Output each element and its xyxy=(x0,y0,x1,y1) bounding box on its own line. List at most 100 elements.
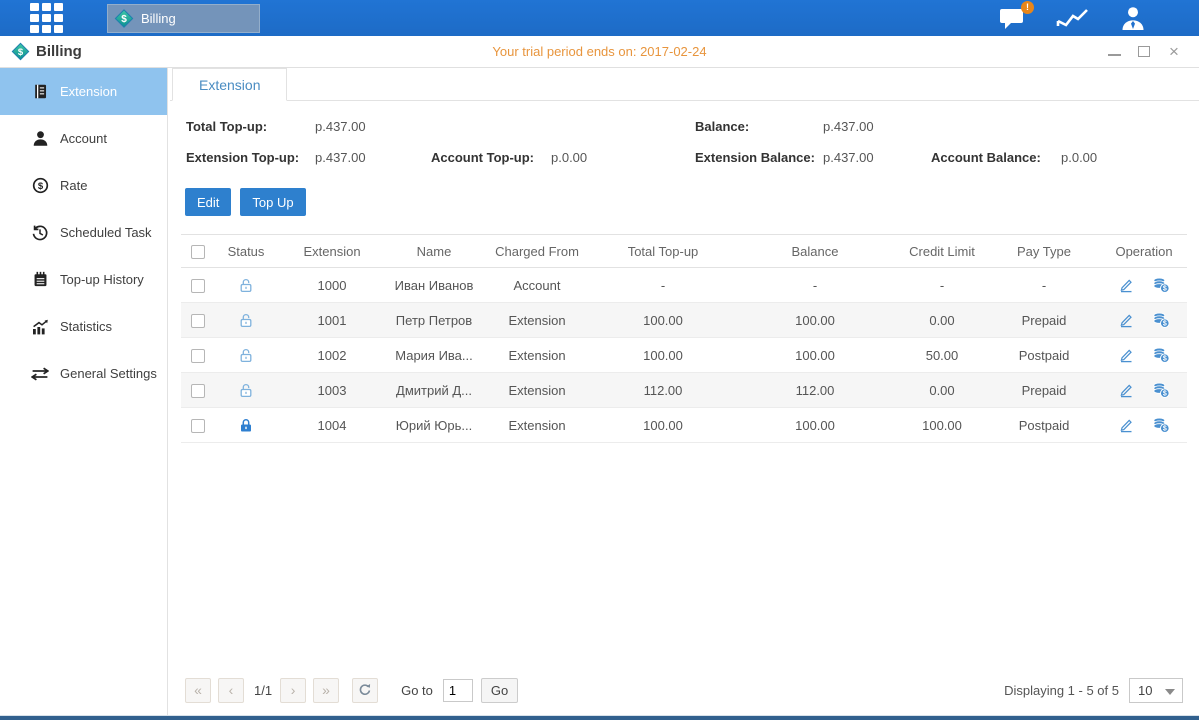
edit-button[interactable]: Edit xyxy=(185,188,231,216)
next-page-button[interactable]: › xyxy=(280,678,306,703)
maximize-icon[interactable] xyxy=(1137,45,1151,59)
cell-charged-from: Extension xyxy=(481,313,593,328)
sidebar-item-rate[interactable]: $ Rate xyxy=(0,162,167,209)
notebook-icon xyxy=(30,271,50,288)
cell-name: Иван Иванов xyxy=(387,278,481,293)
edit-pencil-icon[interactable] xyxy=(1118,312,1134,328)
col-operation: Operation xyxy=(1101,244,1187,259)
person-icon xyxy=(30,130,50,147)
cell-balance: - xyxy=(733,278,897,293)
svg-text:$: $ xyxy=(1163,286,1167,293)
top-up-button[interactable]: Top Up xyxy=(240,188,305,216)
stats-chart-icon xyxy=(30,319,50,335)
goto-page-input[interactable] xyxy=(443,679,473,702)
cell-charged-from: Extension xyxy=(481,348,593,363)
close-icon[interactable]: × xyxy=(1167,45,1181,59)
minimize-icon[interactable] xyxy=(1107,45,1121,59)
row-checkbox[interactable] xyxy=(191,384,205,398)
svg-text:$: $ xyxy=(1163,356,1167,363)
sliders-icon xyxy=(30,367,50,381)
extensions-table: Status Extension Name Charged From Total… xyxy=(181,234,1187,443)
go-button[interactable]: Go xyxy=(481,678,518,703)
first-page-button[interactable]: « xyxy=(185,678,211,703)
col-charged-from: Charged From xyxy=(481,244,593,259)
account-balance-label: Account Balance: xyxy=(931,149,1061,167)
col-credit-limit: Credit Limit xyxy=(897,244,987,259)
cell-extension: 1003 xyxy=(277,383,387,398)
cell-credit-limit: 0.00 xyxy=(897,383,987,398)
cell-total-topup: 100.00 xyxy=(593,418,733,433)
account-topup-value: p.0.00 xyxy=(551,149,695,167)
unlocked-icon xyxy=(215,347,277,364)
resource-monitor-icon[interactable] xyxy=(1056,6,1089,30)
extension-balance-label: Extension Balance: xyxy=(695,149,823,167)
messages-icon[interactable]: ! xyxy=(999,7,1026,30)
sidebar-item-statistics[interactable]: Statistics xyxy=(0,303,167,350)
page-size-select[interactable]: 10 xyxy=(1129,678,1183,703)
tab-extension[interactable]: Extension xyxy=(172,68,287,101)
cell-name: Дмитрий Д... xyxy=(387,383,481,398)
account-topup-label: Account Top-up: xyxy=(431,149,551,167)
cell-pay-type: Prepaid xyxy=(987,313,1101,328)
row-checkbox[interactable] xyxy=(191,314,205,328)
window-title-bar: $ Billing Your trial period ends on: 201… xyxy=(0,36,1199,68)
edit-pencil-icon[interactable] xyxy=(1118,417,1134,433)
table-row: 1001 Петр Петров Extension 100.00 100.00… xyxy=(181,303,1187,338)
user-icon[interactable] xyxy=(1119,5,1147,31)
top-app-bar: $ Billing ! xyxy=(0,0,1199,36)
cell-pay-type: Postpaid xyxy=(987,348,1101,363)
table-row: 1000 Иван Иванов Account - - - - $ xyxy=(181,268,1187,303)
last-page-button[interactable]: » xyxy=(313,678,339,703)
cell-total-topup: 100.00 xyxy=(593,348,733,363)
dollar-circle-icon: $ xyxy=(30,177,50,194)
table-header-row: Status Extension Name Charged From Total… xyxy=(181,234,1187,268)
locked-icon xyxy=(215,417,277,434)
edit-pencil-icon[interactable] xyxy=(1118,382,1134,398)
cell-name: Мария Ива... xyxy=(387,348,481,363)
topup-coins-icon[interactable]: $ xyxy=(1152,312,1170,328)
svg-text:$: $ xyxy=(121,14,127,25)
sidebar-item-label: General Settings xyxy=(60,366,157,381)
unlocked-icon xyxy=(215,312,277,329)
cell-extension: 1004 xyxy=(277,418,387,433)
col-name: Name xyxy=(387,244,481,259)
sidebar-item-scheduled-task[interactable]: Scheduled Task xyxy=(0,209,167,256)
cell-charged-from: Account xyxy=(481,278,593,293)
balance-summary: Total Top-up: p.437.00 Balance: p.437.00… xyxy=(181,101,1187,180)
row-checkbox[interactable] xyxy=(191,349,205,363)
unlocked-icon xyxy=(215,382,277,399)
sidebar-item-account[interactable]: Account xyxy=(0,115,167,162)
refresh-button[interactable] xyxy=(352,678,378,703)
sidebar-item-topup-history[interactable]: Top-up History xyxy=(0,256,167,303)
row-checkbox[interactable] xyxy=(191,279,205,293)
sidebar-item-general-settings[interactable]: General Settings xyxy=(0,350,167,397)
app-tab-billing[interactable]: $ Billing xyxy=(107,4,260,33)
cell-credit-limit: 100.00 xyxy=(897,418,987,433)
app-tab-label: Billing xyxy=(141,11,176,26)
cell-pay-type: - xyxy=(987,278,1101,293)
cell-balance: 100.00 xyxy=(733,418,897,433)
cell-charged-from: Extension xyxy=(481,418,593,433)
topup-coins-icon[interactable]: $ xyxy=(1152,347,1170,363)
cell-extension: 1002 xyxy=(277,348,387,363)
select-all-checkbox[interactable] xyxy=(191,245,205,259)
prev-page-button[interactable]: ‹ xyxy=(218,678,244,703)
cell-credit-limit: 50.00 xyxy=(897,348,987,363)
extension-topup-label: Extension Top-up: xyxy=(186,149,315,167)
topup-coins-icon[interactable]: $ xyxy=(1152,417,1170,433)
apps-grid-icon[interactable] xyxy=(30,3,63,33)
cell-total-topup: - xyxy=(593,278,733,293)
table-row: 1003 Дмитрий Д... Extension 112.00 112.0… xyxy=(181,373,1187,408)
table-row: 1002 Мария Ива... Extension 100.00 100.0… xyxy=(181,338,1187,373)
topup-coins-icon[interactable]: $ xyxy=(1152,277,1170,293)
sidebar-item-extension[interactable]: Extension xyxy=(0,68,167,115)
edit-pencil-icon[interactable] xyxy=(1118,347,1134,363)
total-topup-label: Total Top-up: xyxy=(186,118,315,136)
goto-label: Go to xyxy=(401,683,433,698)
edit-pencil-icon[interactable] xyxy=(1118,277,1134,293)
page-indicator: 1/1 xyxy=(254,683,272,698)
col-balance: Balance xyxy=(733,244,897,259)
sidebar-item-label: Account xyxy=(60,131,107,146)
topup-coins-icon[interactable]: $ xyxy=(1152,382,1170,398)
row-checkbox[interactable] xyxy=(191,419,205,433)
